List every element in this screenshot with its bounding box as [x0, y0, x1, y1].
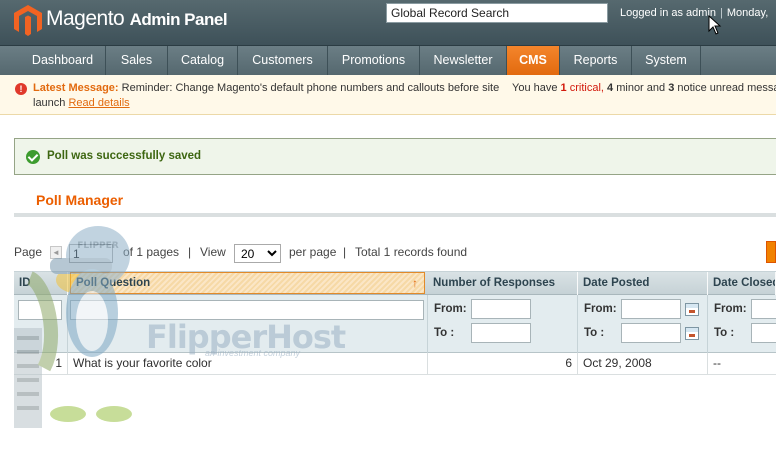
magento-logo-icon[interactable]	[14, 5, 42, 37]
filter-responses-from-input[interactable]	[471, 299, 531, 319]
nav-dashboard[interactable]: Dashboard	[20, 46, 106, 75]
minor-count[interactable]: 4	[607, 82, 613, 94]
filter-responses-to-label: To :	[434, 327, 455, 339]
filter-responses-from-label: From:	[434, 303, 467, 315]
nav-reports[interactable]: Reports	[560, 46, 632, 75]
main-nav: Dashboard Sales Catalog Customers Promot…	[0, 45, 776, 75]
critical-count[interactable]: 1	[561, 82, 567, 94]
title-divider	[14, 213, 776, 217]
mouse-cursor-icon	[708, 15, 722, 35]
col-header-id[interactable]: ID	[14, 272, 68, 295]
minor-label[interactable]: minor and	[616, 82, 665, 94]
read-details-link[interactable]: Read details	[68, 97, 129, 109]
unread-messages-summary: You have 1 critical, 4 minor and 3 notic…	[512, 82, 776, 94]
col-header-date-closed[interactable]: Date Closed	[708, 272, 776, 295]
col-header-responses[interactable]: Number of Responses	[428, 272, 578, 295]
filter-date-posted-cell: From: To :	[578, 295, 708, 353]
cell-date-closed: --	[713, 356, 721, 370]
calendar-icon[interactable]	[685, 327, 699, 340]
filter-date-posted-from-input[interactable]	[621, 299, 681, 319]
nav-customers[interactable]: Customers	[238, 46, 328, 75]
search-button[interactable]	[766, 241, 776, 263]
col-header-poll-question-label: Poll Question	[76, 277, 151, 289]
table-row[interactable]: 1 What is your favorite color 6 Oct 29, …	[14, 353, 776, 375]
notice-count[interactable]: 3	[668, 82, 674, 94]
page-label: Page	[14, 245, 43, 259]
pager-separator-2: |	[343, 245, 347, 259]
critical-label[interactable]: critical,	[570, 82, 604, 94]
success-message: Poll was successfully saved	[14, 138, 776, 175]
page-title: Poll Manager	[36, 192, 124, 208]
date-text: Monday,	[726, 7, 769, 19]
success-text: Poll was successfully saved	[47, 150, 202, 162]
filter-responses-to-input[interactable]	[471, 323, 531, 343]
latest-message-bar: ! Latest Message: Reminder: Change Magen…	[0, 75, 776, 115]
notice-label[interactable]: notice unread messa	[677, 82, 776, 94]
global-search-input[interactable]	[386, 3, 608, 23]
message-line-1: Latest Message: Reminder: Change Magento…	[33, 82, 499, 94]
logo-text: Magento Admin Panel	[46, 7, 228, 30]
filter-question-cell	[68, 295, 428, 353]
previous-page-button[interactable]: ◄	[50, 246, 62, 259]
filter-date-posted-to-label: To :	[584, 327, 605, 339]
user-info: Logged in as admin | Monday,	[620, 7, 769, 19]
filter-date-closed-to-input[interactable]	[751, 323, 776, 343]
sort-asc-icon: ↑	[412, 276, 418, 290]
filter-date-closed-cell: From: To :	[708, 295, 776, 353]
grid-filter-row: From: To : From: To : From: To :	[14, 295, 776, 353]
grid-pager: Page ◄ of 1 pages | View 20 per page | T…	[14, 244, 776, 264]
of-pages-text: of 1 pages	[123, 245, 180, 259]
col-header-date-posted[interactable]: Date Posted	[578, 272, 708, 295]
logged-in-text: Logged in as admin	[620, 7, 717, 19]
logo-sub: Admin Panel	[129, 10, 228, 29]
alert-icon: !	[15, 83, 27, 95]
grid-header-row: ID Poll Question ↑ Number of Responses D…	[14, 271, 776, 295]
you-have-text: You have	[512, 82, 558, 94]
filter-id-cell	[14, 295, 68, 353]
filter-id-input[interactable]	[18, 300, 62, 320]
header-bar: Magento Admin Panel Logged in as admin|M…	[0, 0, 776, 45]
nav-system[interactable]: System	[632, 46, 701, 75]
filter-date-posted-to-input[interactable]	[621, 323, 681, 343]
nav-catalog[interactable]: Catalog	[168, 46, 238, 75]
calendar-icon[interactable]	[685, 303, 699, 316]
total-records-text: Total 1 records found	[355, 245, 468, 259]
cell-date-posted: Oct 29, 2008	[578, 353, 708, 374]
success-check-icon	[26, 150, 40, 164]
page-number-input[interactable]	[69, 244, 113, 263]
per-page-label: per page	[289, 245, 337, 259]
filter-date-closed-from-label: From:	[714, 303, 747, 315]
nav-promotions[interactable]: Promotions	[328, 46, 420, 75]
cell-responses: 6	[428, 353, 578, 374]
view-label: View	[200, 245, 226, 259]
nav-cms[interactable]: CMS	[507, 46, 560, 75]
cell-id: 1	[14, 353, 68, 374]
filter-date-posted-from-label: From:	[584, 303, 617, 315]
per-page-select[interactable]: 20	[234, 244, 281, 263]
message-line-2: launch Read details	[33, 97, 130, 109]
cell-question: What is your favorite color	[68, 353, 428, 374]
message-title: Latest Message:	[33, 82, 119, 94]
pager-separator: |	[188, 245, 192, 259]
filter-responses-cell: From: To :	[428, 295, 578, 353]
filter-date-closed-to-label: To :	[714, 327, 735, 339]
col-header-poll-question[interactable]: Poll Question ↑	[70, 272, 425, 294]
filter-question-input[interactable]	[70, 300, 424, 320]
message-text-2: launch	[33, 97, 66, 109]
message-text: Reminder: Change Magento's default phone…	[121, 82, 500, 94]
nav-newsletter[interactable]: Newsletter	[420, 46, 507, 75]
filter-date-closed-from-input[interactable]	[751, 299, 776, 319]
nav-sales[interactable]: Sales	[106, 46, 168, 75]
